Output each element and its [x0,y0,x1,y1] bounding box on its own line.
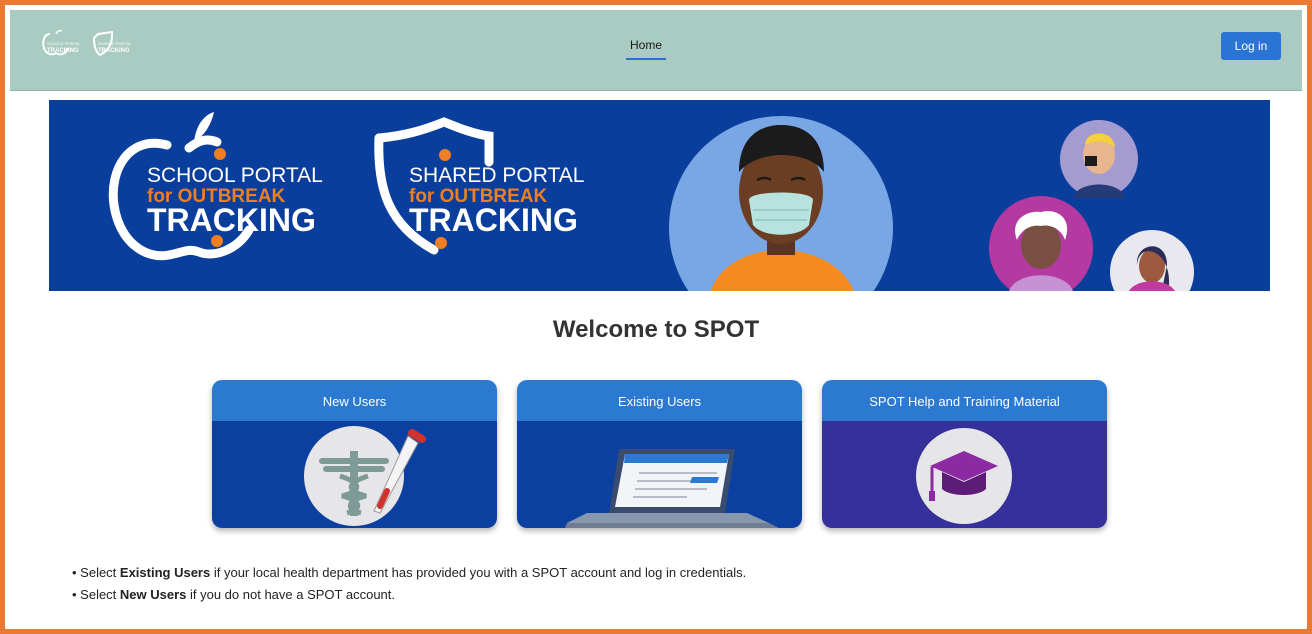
school-banner-logo-line1: SCHOOL PORTAL [147,164,323,187]
instruction-suffix: if you do not have a SPOT account. [186,587,395,602]
help-training-card-title: SPOT Help and Training Material [822,380,1107,421]
instruction-prefix: • Select [72,565,120,580]
new-users-card[interactable]: New Users [212,380,497,528]
login-button[interactable]: Log in [1221,32,1281,60]
instruction-bold: New Users [119,587,187,602]
top-navbar: SCHOOL PORTAL TRACKING SHARED PORTAL TRA… [10,10,1302,91]
shared-portal-logo-line2: TRACKING [98,48,130,54]
blonde-masked-person-illustration [1060,120,1138,198]
banner-illustration: SCHOOL PORTAL for OUTBREAK TRACKING SHAR… [108,112,1194,291]
nav-home-link[interactable]: Home [626,38,666,52]
instruction-bold: Existing Users [119,565,211,580]
shared-banner-logo-line1: SHARED PORTAL [409,164,584,187]
laptop-icon [565,449,779,528]
woman-person-illustration [1110,230,1194,291]
hero-banner: SCHOOL PORTAL for OUTBREAK TRACKING SHAR… [49,100,1270,291]
school-banner-logo-line3: TRACKING [147,202,316,238]
shared-portal-banner-logo: SHARED PORTAL for OUTBREAK TRACKING [374,117,584,255]
help-training-card[interactable]: SPOT Help and Training Material [822,380,1107,528]
school-portal-banner-logo: SCHOOL PORTAL for OUTBREAK TRACKING [108,112,323,261]
shared-banner-logo-line3: TRACKING [409,202,578,238]
graduation-cap-icon [916,428,1012,524]
nav-active-indicator [626,58,666,60]
school-portal-logo-line1: SCHOOL PORTAL [47,41,81,46]
masked-person-illustration [669,116,893,291]
shared-portal-logo[interactable]: SHARED PORTAL TRACKING [90,30,134,58]
existing-users-card-title: Existing Users [517,380,802,421]
new-users-card-body [212,421,497,528]
caduceus-syringe-icon [304,426,426,526]
instructions-list: • Select Existing Users if your local he… [72,565,746,609]
elderly-person-illustration [989,196,1093,291]
instruction-prefix: • Select [72,587,120,602]
help-training-card-body [822,421,1107,528]
school-portal-logo[interactable]: SCHOOL PORTAL TRACKING [40,30,84,58]
shared-portal-logo-line1: SHARED PORTAL [98,41,132,46]
new-users-card-title: New Users [212,380,497,421]
existing-users-card[interactable]: Existing Users [517,380,802,528]
existing-users-card-body [517,421,802,528]
school-portal-logo-line2: TRACKING [47,48,79,54]
page-title: Welcome to SPOT [552,316,760,343]
instruction-existing-users: • Select Existing Users if your local he… [72,565,746,580]
instruction-new-users: • Select New Users if you do not have a … [72,587,746,602]
instruction-suffix: if your local health department has prov… [210,565,747,580]
